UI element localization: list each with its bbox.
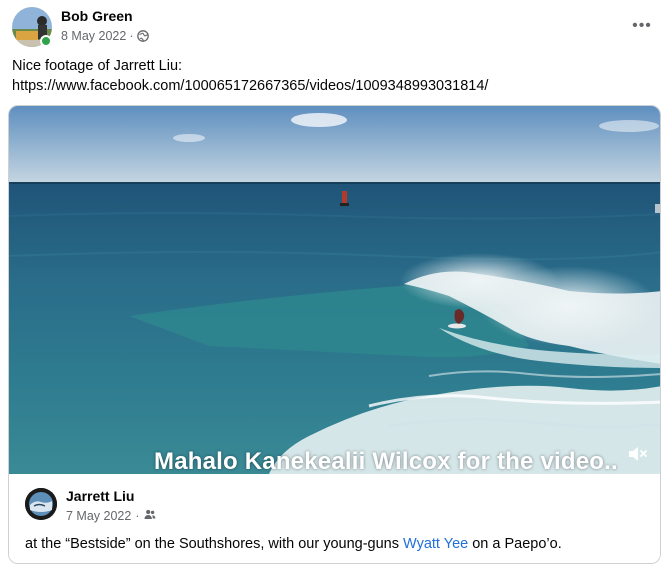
online-status-dot [40, 35, 52, 47]
shared-post-meta: 7 May 2022 · [66, 509, 156, 523]
feed-post: Bob Green 8 May 2022 · ••• Nice footage … [0, 0, 662, 565]
video-overlay-caption: Mahalo Kanekealii Wilcox for the video.. [154, 448, 618, 474]
shared-post-card[interactable]: Mahalo Kanekealii Wilcox for the video..… [8, 105, 661, 564]
post-author-name[interactable]: Bob Green [61, 8, 133, 24]
mute-button[interactable] [625, 442, 649, 466]
caption-text: Nice footage of Jarrett Liu: [12, 58, 183, 74]
shared-text-after: on a Paepo’o. [468, 536, 562, 552]
post-caption: Nice footage of Jarrett Liu: https://www… [12, 56, 488, 96]
more-options-icon: ••• [632, 17, 652, 34]
video-link[interactable]: https://www.facebook.com/100065172667365… [12, 76, 488, 96]
speaker-muted-icon [629, 447, 647, 461]
shared-post-date[interactable]: 7 May 2022 [66, 509, 131, 523]
shared-author-avatar[interactable] [25, 488, 57, 520]
shared-post-header: Jarrett Liu 7 May 2022 · at the “Bestsid… [9, 474, 660, 563]
more-options-button[interactable]: ••• [628, 12, 656, 40]
shared-text-before: at the “Bestside” on the Southshores, wi… [25, 536, 404, 552]
meta-separator: · [135, 509, 140, 523]
friends-icon [144, 509, 156, 523]
shared-author-name[interactable]: Jarrett Liu [66, 488, 134, 504]
shared-post-text: at the “Bestside” on the Southshores, wi… [25, 536, 562, 552]
video-frame [9, 106, 660, 474]
meta-separator: · [129, 29, 134, 43]
video-player[interactable]: Mahalo Kanekealii Wilcox for the video.. [9, 106, 660, 474]
globe-icon [136, 30, 149, 42]
mention-link[interactable]: Wyatt Yee [403, 536, 468, 552]
post-date[interactable]: 8 May 2022 [61, 29, 126, 43]
post-meta: 8 May 2022 · [61, 29, 149, 43]
